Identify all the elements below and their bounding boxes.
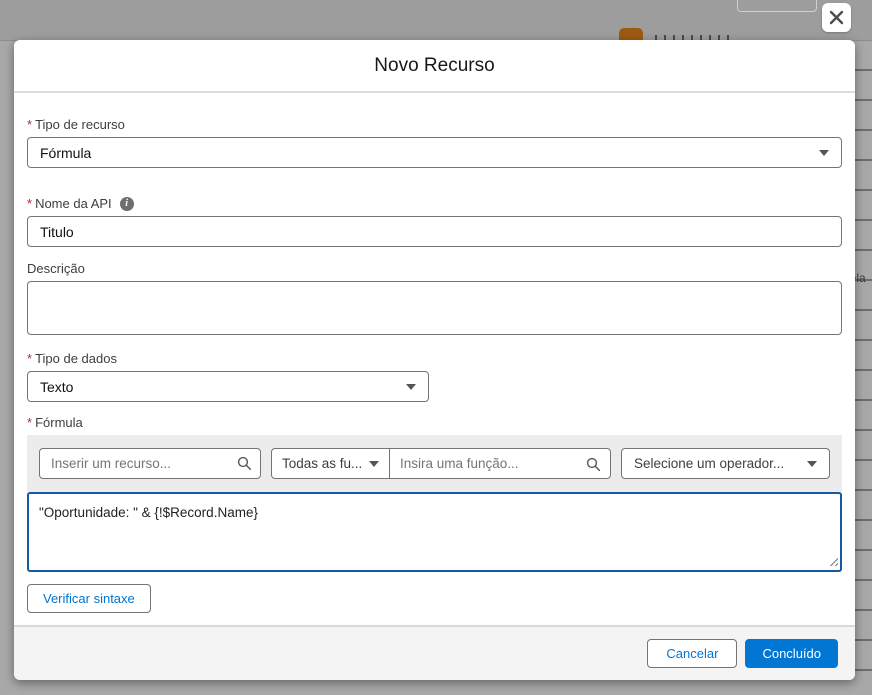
check-syntax-button[interactable]: Verificar sintaxe — [27, 584, 151, 613]
close-icon — [829, 10, 844, 25]
resource-type-select[interactable]: Fórmula — [27, 137, 842, 168]
api-name-input[interactable] — [27, 216, 842, 247]
cancel-button[interactable]: Cancelar — [647, 639, 738, 668]
formula-editor-wrap: "Oportunidade: " & {!$Record.Name} — [27, 492, 842, 572]
field-formula: * Fórmula Todas as fu... — [27, 415, 842, 613]
api-name-label-text: Nome da API — [35, 196, 112, 211]
data-type-value: Texto — [40, 378, 74, 395]
required-marker: * — [27, 196, 33, 211]
data-type-label-text: Tipo de dados — [35, 351, 117, 366]
function-category-select[interactable]: Todas as fu... — [272, 449, 390, 478]
resource-search — [39, 448, 261, 479]
new-resource-modal: Novo Recurso * Tipo de recurso Fórmula *… — [14, 40, 855, 680]
close-button[interactable] — [822, 3, 851, 32]
field-api-name: * Nome da API — [27, 196, 842, 247]
resource-type-value: Fórmula — [40, 144, 92, 161]
operator-select[interactable]: Selecione um operador... — [621, 448, 830, 479]
field-resource-type: * Tipo de recurso Fórmula — [27, 117, 842, 168]
field-data-type: * Tipo de dados Texto — [27, 351, 842, 402]
info-icon[interactable] — [119, 196, 134, 211]
operator-select-value: Selecione um operador... — [634, 456, 785, 471]
formula-label: * Fórmula — [27, 415, 842, 430]
chevron-down-icon — [406, 383, 416, 390]
chevron-down-icon — [819, 149, 829, 156]
data-type-label: * Tipo de dados — [27, 351, 842, 366]
formula-editor[interactable]: "Oportunidade: " & {!$Record.Name} — [27, 492, 842, 572]
done-button[interactable]: Concluído — [745, 639, 838, 668]
modal-header: Novo Recurso — [14, 40, 855, 93]
function-search-input[interactable] — [390, 449, 610, 478]
description-textarea[interactable] — [27, 281, 842, 335]
required-marker: * — [27, 415, 33, 430]
function-category-value: Todas as fu... — [282, 456, 363, 471]
formula-label-text: Fórmula — [35, 415, 83, 430]
function-picker-group: Todas as fu... — [271, 448, 611, 479]
function-search — [390, 449, 610, 478]
required-marker: * — [27, 117, 33, 132]
field-description: Descrição — [27, 261, 842, 335]
api-name-label: * Nome da API — [27, 196, 842, 211]
resource-type-label: * Tipo de recurso — [27, 117, 842, 132]
modal-footer: Cancelar Concluído — [14, 625, 855, 680]
description-label: Descrição — [27, 261, 842, 276]
chevron-down-icon — [369, 460, 379, 467]
modal-title: Novo Recurso — [374, 54, 495, 76]
required-marker: * — [27, 351, 33, 366]
resource-type-label-text: Tipo de recurso — [35, 117, 125, 132]
formula-toolbar: Todas as fu... Selecione um oper — [27, 435, 842, 492]
screen: pela Novo Recurso * Tipo de recurso Fórm… — [0, 0, 872, 695]
modal-body: * Tipo de recurso Fórmula * Nome da API — [14, 117, 855, 613]
chevron-down-icon — [807, 460, 817, 467]
resource-search-input[interactable] — [39, 448, 261, 479]
background-partial-button — [737, 0, 817, 12]
background-table-rows — [855, 41, 872, 695]
data-type-select[interactable]: Texto — [27, 371, 429, 402]
description-label-text: Descrição — [27, 261, 85, 276]
